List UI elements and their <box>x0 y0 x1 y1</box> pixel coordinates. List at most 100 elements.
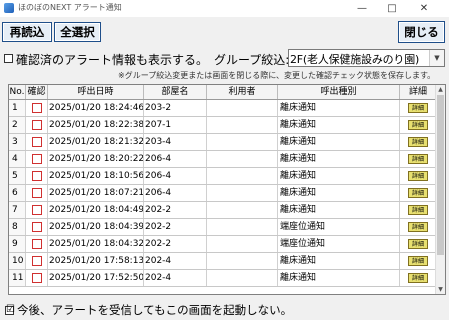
table-row[interactable]: 2 2025/01/20 18:22:38 207-1 離床通知 詳細 <box>9 117 436 134</box>
confirm-cell[interactable] <box>26 236 48 252</box>
show-confirmed-checkbox[interactable] <box>4 54 13 63</box>
detail-cell: 詳細 <box>400 117 436 133</box>
detail-button[interactable]: 詳細 <box>408 222 428 232</box>
detail-cell: 詳細 <box>400 185 436 201</box>
detail-button[interactable]: 詳細 <box>408 120 428 130</box>
col-header-confirm[interactable]: 確認 <box>26 85 48 99</box>
row-number: 6 <box>9 185 26 201</box>
detail-cell: 詳細 <box>400 236 436 252</box>
confirm-cell[interactable] <box>26 253 48 269</box>
user-name <box>207 100 278 116</box>
row-number: 10 <box>9 253 26 269</box>
show-confirmed-label[interactable]: 確認済のアラート情報も表示する。 <box>16 51 208 68</box>
detail-button[interactable]: 詳細 <box>408 239 428 249</box>
detail-button[interactable]: 詳細 <box>408 256 428 266</box>
room-name: 202-4 <box>144 253 207 269</box>
user-name <box>207 185 278 201</box>
confirm-cell[interactable] <box>26 100 48 116</box>
detail-button[interactable]: 詳細 <box>408 188 428 198</box>
call-type: 離床通知 <box>278 185 400 201</box>
call-type: 離床通知 <box>278 202 400 218</box>
col-header-user[interactable]: 利用者 <box>207 85 278 99</box>
confirm-cell[interactable] <box>26 202 48 218</box>
chevron-down-icon[interactable]: ▼ <box>429 50 444 66</box>
col-header-time[interactable]: 呼出日時 <box>48 85 144 99</box>
detail-cell: 詳細 <box>400 219 436 235</box>
never-show-checkbox[interactable]: ☑ <box>5 304 15 315</box>
confirm-checkbox[interactable] <box>32 205 42 215</box>
alert-grid: No. 確認 呼出日時 部屋名 利用者 呼出種別 詳細 1 2025/01/20 … <box>8 84 446 295</box>
table-row[interactable]: 6 2025/01/20 18:07:21 206-4 離床通知 詳細 <box>9 185 436 202</box>
room-name: 206-4 <box>144 185 207 201</box>
col-header-type[interactable]: 呼出種別 <box>278 85 400 99</box>
table-row[interactable]: 10 2025/01/20 17:58:13 202-4 離床通知 詳細 <box>9 253 436 270</box>
vertical-scrollbar[interactable]: ▲ ▼ <box>435 85 445 294</box>
call-time: 2025/01/20 17:52:50 <box>48 270 144 286</box>
minimize-button[interactable]: — <box>348 0 376 17</box>
scroll-thumb[interactable] <box>437 95 444 255</box>
maximize-button[interactable]: □ <box>378 0 406 17</box>
confirm-checkbox[interactable] <box>32 120 42 130</box>
confirm-cell[interactable] <box>26 151 48 167</box>
table-row[interactable]: 5 2025/01/20 18:10:56 206-4 離床通知 詳細 <box>9 168 436 185</box>
user-name <box>207 253 278 269</box>
detail-button[interactable]: 詳細 <box>408 137 428 147</box>
confirm-checkbox[interactable] <box>32 103 42 113</box>
confirm-checkbox[interactable] <box>32 239 42 249</box>
detail-button[interactable]: 詳細 <box>408 273 428 283</box>
confirm-checkbox[interactable] <box>32 256 42 266</box>
user-name <box>207 236 278 252</box>
detail-button[interactable]: 詳細 <box>408 154 428 164</box>
scroll-up-icon[interactable]: ▲ <box>436 85 445 94</box>
group-filter-value: 2F(老人保健施設みのり園) <box>290 53 420 66</box>
select-all-button[interactable]: 全選択 <box>54 22 101 42</box>
close-button[interactable]: 閉じる <box>398 21 445 43</box>
reload-button[interactable]: 再読込 <box>2 22 52 42</box>
row-number: 8 <box>9 219 26 235</box>
call-type: 離床通知 <box>278 270 400 286</box>
call-time: 2025/01/20 18:10:56 <box>48 168 144 184</box>
table-row[interactable]: 9 2025/01/20 18:04:32 202-2 端座位通知 詳細 <box>9 236 436 253</box>
detail-cell: 詳細 <box>400 151 436 167</box>
confirm-cell[interactable] <box>26 134 48 150</box>
table-row[interactable]: 8 2025/01/20 18:04:39 202-2 端座位通知 詳細 <box>9 219 436 236</box>
confirm-cell[interactable] <box>26 270 48 286</box>
table-row[interactable]: 7 2025/01/20 18:04:49 202-2 離床通知 詳細 <box>9 202 436 219</box>
detail-button[interactable]: 詳細 <box>408 205 428 215</box>
user-name <box>207 202 278 218</box>
confirm-checkbox[interactable] <box>32 171 42 181</box>
group-filter-select[interactable]: 2F(老人保健施設みのり園) ▼ <box>288 49 445 67</box>
confirm-cell[interactable] <box>26 219 48 235</box>
col-header-no[interactable]: No. <box>9 85 26 99</box>
confirm-checkbox[interactable] <box>32 188 42 198</box>
confirm-cell[interactable] <box>26 117 48 133</box>
call-time: 2025/01/20 18:04:32 <box>48 236 144 252</box>
confirm-cell[interactable] <box>26 185 48 201</box>
detail-cell: 詳細 <box>400 100 436 116</box>
confirm-checkbox[interactable] <box>32 222 42 232</box>
detail-button[interactable]: 詳細 <box>408 171 428 181</box>
confirm-checkbox[interactable] <box>32 137 42 147</box>
room-name: 207-1 <box>144 117 207 133</box>
col-header-detail[interactable]: 詳細 <box>400 85 436 99</box>
table-row[interactable]: 4 2025/01/20 18:20:22 206-4 離床通知 詳細 <box>9 151 436 168</box>
detail-cell: 詳細 <box>400 270 436 286</box>
row-number: 7 <box>9 202 26 218</box>
scroll-down-icon[interactable]: ▼ <box>436 285 445 294</box>
confirm-cell[interactable] <box>26 168 48 184</box>
table-row[interactable]: 3 2025/01/20 18:21:32 203-4 離床通知 詳細 <box>9 134 436 151</box>
app-icon <box>4 3 14 13</box>
call-type: 離床通知 <box>278 253 400 269</box>
table-row[interactable]: 1 2025/01/20 18:24:46 203-2 離床通知 詳細 <box>9 100 436 117</box>
row-number: 11 <box>9 270 26 286</box>
never-show-label[interactable]: 今後、アラートを受信してもこの画面を起動しない。 <box>17 302 292 318</box>
user-name <box>207 151 278 167</box>
confirm-checkbox[interactable] <box>32 154 42 164</box>
window-title: ほのぼのNEXT アラート通知 <box>18 3 122 12</box>
window-close-button[interactable]: ✕ <box>410 0 438 17</box>
detail-button[interactable]: 詳細 <box>408 103 428 113</box>
user-name <box>207 134 278 150</box>
confirm-checkbox[interactable] <box>32 273 42 283</box>
table-row[interactable]: 11 2025/01/20 17:52:50 202-4 離床通知 詳細 <box>9 270 436 287</box>
col-header-room[interactable]: 部屋名 <box>144 85 207 99</box>
